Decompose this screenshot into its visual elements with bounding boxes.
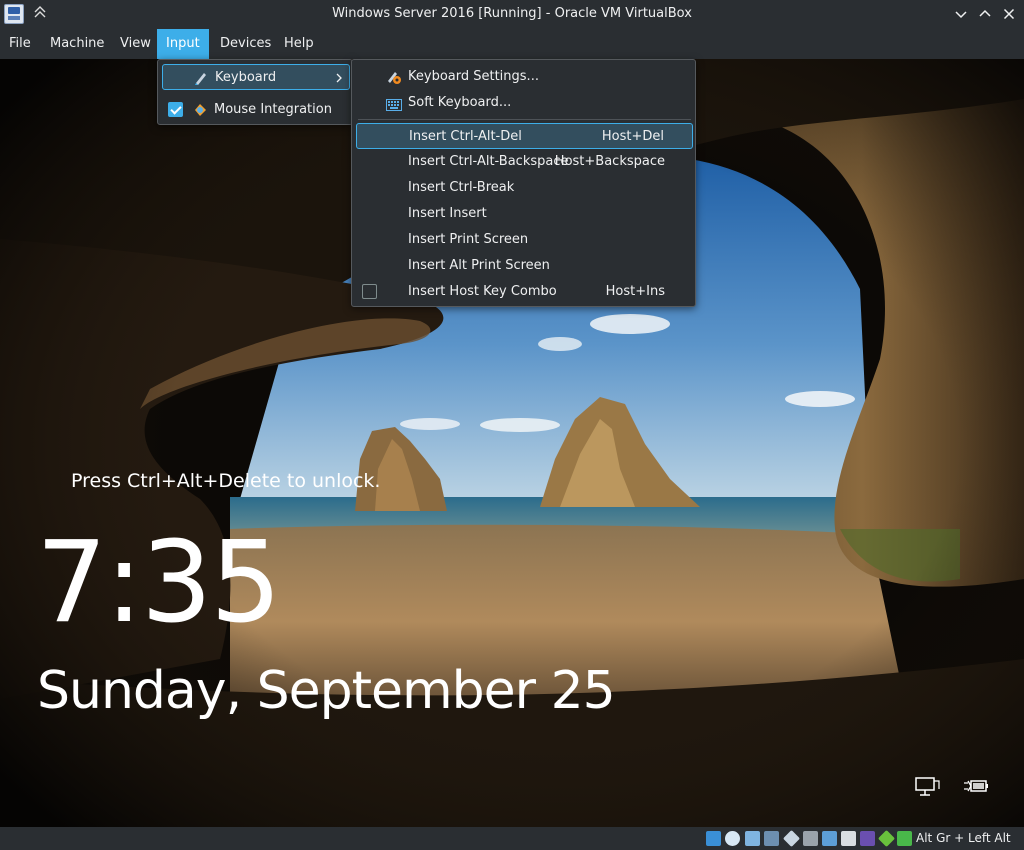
menu-separator: [358, 119, 691, 120]
menu-item-insert-print-screen[interactable]: Insert Print Screen: [356, 227, 693, 253]
soft-keyboard-icon: [386, 96, 402, 111]
menu-help[interactable]: Help: [275, 29, 323, 59]
audio-icon[interactable]: [745, 831, 760, 846]
menu-item-label: Insert Ctrl-Break: [408, 180, 515, 195]
host-key-label[interactable]: Alt Gr + Left Alt: [916, 831, 1011, 845]
menu-item-label: Insert Ctrl-Alt-Backspace: [408, 154, 569, 169]
menu-item-keyboard-settings[interactable]: Keyboard Settings...: [356, 64, 693, 90]
maximize-icon[interactable]: [976, 5, 994, 23]
menu-item-shortcut: Host+Del: [601, 129, 664, 144]
menu-item-shortcut: Host+Ins: [605, 284, 665, 299]
recording-icon[interactable]: [841, 831, 856, 846]
menu-item-keyboard[interactable]: Keyboard: [162, 64, 350, 90]
shared-folders-icon[interactable]: [803, 831, 818, 846]
status-bar: Alt Gr + Left Alt: [0, 827, 1024, 850]
menu-item-label: Keyboard Settings...: [408, 69, 539, 84]
lockscreen-date: Sunday, September 25: [37, 661, 616, 721]
title-bar: Windows Server 2016 [Running] - Oracle V…: [0, 0, 1024, 29]
mouse-integration-icon: [192, 102, 208, 118]
menu-bar: File Machine View Input Devices Help: [0, 29, 1024, 59]
menu-item-label: Insert Host Key Combo: [408, 284, 557, 299]
menu-item-label: Insert Insert: [408, 206, 487, 221]
menu-devices[interactable]: Devices: [211, 29, 280, 59]
menu-item-insert-insert[interactable]: Insert Insert: [356, 201, 693, 227]
display-icon[interactable]: [822, 831, 837, 846]
keyboard-settings-icon: [386, 69, 402, 85]
lockscreen-time: 7:35: [36, 518, 282, 648]
menu-item-insert-alt-print-screen[interactable]: Insert Alt Print Screen: [356, 253, 693, 279]
input-menu: Keyboard Mouse Integration: [157, 59, 353, 125]
virtualization-icon[interactable]: [860, 831, 875, 846]
keyboard-pen-icon: [193, 70, 209, 86]
menu-item-insert-host-key-combo[interactable]: Insert Host Key Combo Host+Ins: [356, 279, 693, 305]
menu-file[interactable]: File: [0, 29, 40, 59]
menu-input[interactable]: Input: [157, 29, 209, 59]
network-adapter-icon[interactable]: [764, 831, 779, 846]
unlock-prompt: Press Ctrl+Alt+Delete to unlock.: [71, 470, 381, 492]
checkbox-checked[interactable]: [168, 102, 183, 117]
menu-item-insert-ctrl-break[interactable]: Insert Ctrl-Break: [356, 175, 693, 201]
chevron-right-icon: [335, 65, 343, 101]
optical-drive-icon[interactable]: [725, 831, 740, 846]
usb-icon[interactable]: [783, 830, 800, 847]
menu-machine[interactable]: Machine: [41, 29, 113, 59]
menu-item-label: Soft Keyboard...: [408, 95, 512, 110]
menu-item-label: Insert Print Screen: [408, 232, 529, 247]
power-plug-icon[interactable]: [962, 775, 990, 799]
menu-item-label: Mouse Integration: [214, 102, 332, 117]
menu-item-soft-keyboard[interactable]: Soft Keyboard...: [356, 90, 693, 116]
menu-item-mouse-integration[interactable]: Mouse Integration: [162, 97, 350, 123]
menu-item-label: Insert Ctrl-Alt-Del: [409, 129, 522, 144]
mouse-integration-icon[interactable]: [878, 830, 895, 847]
menu-item-label: Insert Alt Print Screen: [408, 258, 550, 273]
window-title: Windows Server 2016 [Running] - Oracle V…: [332, 6, 692, 21]
keyboard-submenu: Keyboard Settings... Soft Keyboard... In…: [351, 59, 696, 307]
checkbox-unchecked[interactable]: [362, 284, 377, 299]
hard-disk-icon[interactable]: [706, 831, 721, 846]
menu-item-insert-ctrl-alt-backspace[interactable]: Insert Ctrl-Alt-Backspace Host+Backspace: [356, 149, 693, 175]
menu-item-insert-ctrl-alt-del[interactable]: Insert Ctrl-Alt-Del Host+Del: [356, 123, 693, 149]
minimize-icon[interactable]: [952, 5, 970, 23]
menu-item-shortcut: Host+Backspace: [554, 154, 665, 169]
arrow-down-icon[interactable]: [897, 831, 912, 846]
menu-item-label: Keyboard: [215, 70, 277, 85]
menu-view[interactable]: View: [111, 29, 160, 59]
close-icon[interactable]: [1000, 5, 1018, 23]
network-icon[interactable]: [914, 775, 942, 799]
